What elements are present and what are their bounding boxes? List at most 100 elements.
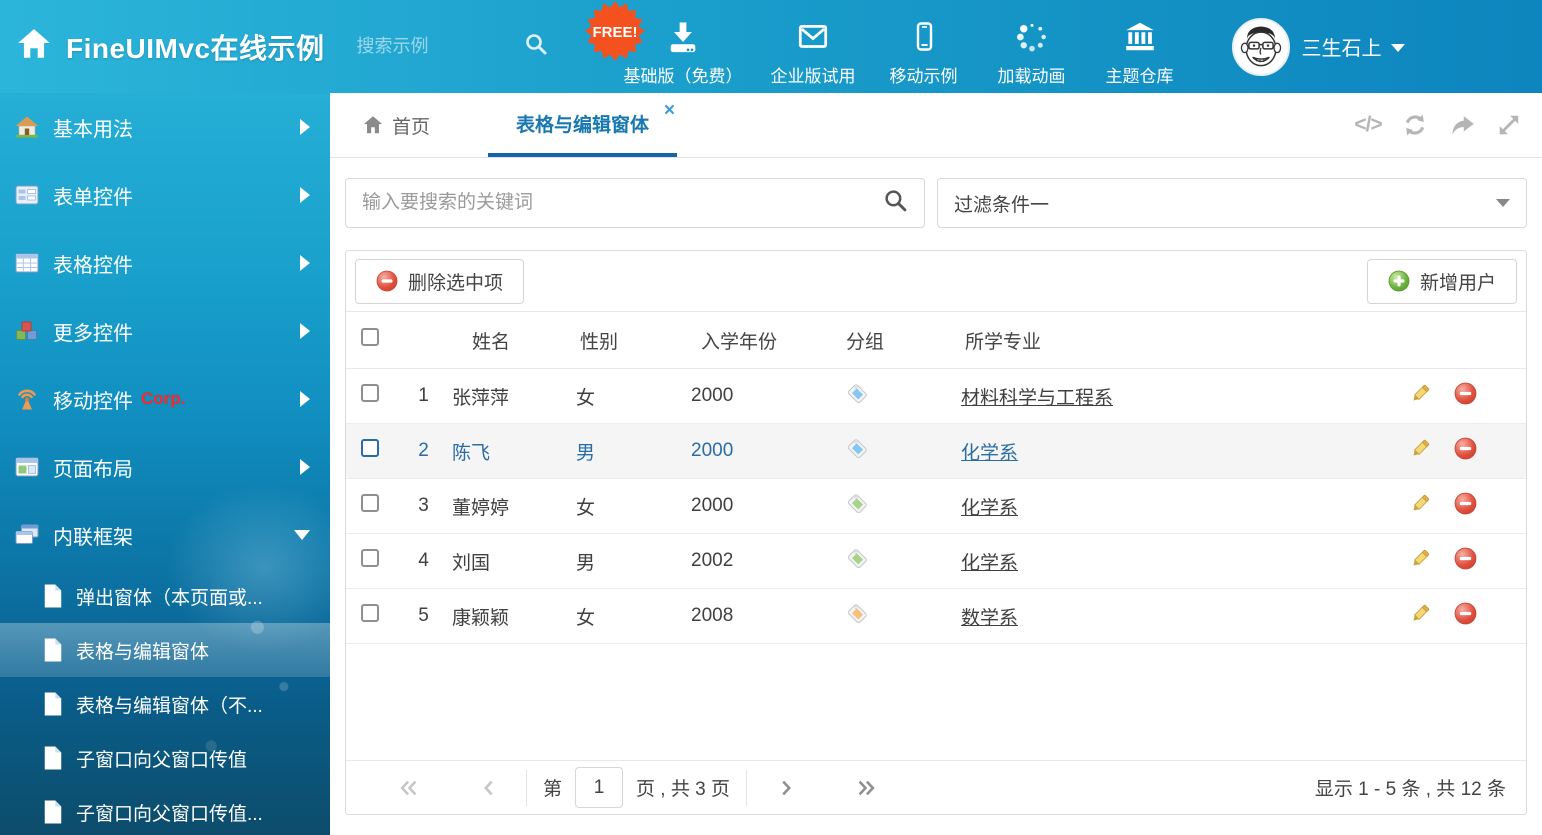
expand-icon[interactable] (1494, 112, 1524, 138)
page-label-prefix: 第 (543, 774, 562, 801)
edit-pencil-icon[interactable] (1409, 547, 1432, 570)
table-row[interactable]: 5 康颖颖 女 2008 数学系 (346, 589, 1526, 644)
sidebar-subitem-grid-edit-window-2[interactable]: 表格与编辑窗体（不... (0, 677, 330, 731)
corp-badge: Corp. (141, 389, 185, 409)
search-icon[interactable] (524, 32, 548, 61)
grid-toolbar: 删除选中项 新增用户 (346, 251, 1526, 312)
divider (526, 770, 527, 806)
tab-home[interactable]: 首页 (362, 93, 430, 157)
table-row[interactable]: 2 陈飞 男 2000 化学系 (346, 424, 1526, 479)
tab-grid-edit-window[interactable]: 表格与编辑窗体 × (488, 93, 677, 157)
delete-minus-icon[interactable] (1454, 547, 1477, 570)
row-checkbox[interactable] (361, 549, 379, 567)
prev-page-icon[interactable] (472, 773, 506, 803)
sidebar-item-inline-frame[interactable]: 内联框架 (0, 501, 330, 569)
chevron-down-icon (1496, 199, 1510, 207)
column-header-major[interactable]: 所学专业 (951, 327, 1409, 354)
brand[interactable]: FineUIMvc在线示例 (16, 26, 325, 67)
filter-dropdown-value: 过滤条件一 (954, 190, 1049, 217)
cell-gender: 男 (566, 548, 681, 575)
cell-year: 2000 (681, 495, 836, 517)
avatar[interactable] (1232, 18, 1290, 76)
mobile-icon (907, 16, 941, 58)
cell-gender: 女 (566, 493, 681, 520)
sidebar-subitem-grid-edit-window[interactable]: 表格与编辑窗体 (0, 623, 330, 677)
user-name: 三生石上 (1302, 32, 1382, 61)
column-header-gender[interactable]: 性别 (566, 327, 681, 354)
major-link[interactable]: 化学系 (961, 498, 1018, 519)
header-search-input[interactable] (357, 36, 512, 57)
row-checkbox[interactable] (361, 439, 379, 457)
column-header-name[interactable]: 姓名 (446, 327, 566, 354)
row-number: 2 (401, 440, 446, 462)
table-empty-area (346, 644, 1526, 760)
chevron-right-icon (300, 391, 310, 407)
sidebar-item-page-layout[interactable]: 页面布局 (0, 433, 330, 501)
keyword-search-input[interactable] (362, 192, 883, 214)
next-page-icon[interactable] (769, 773, 803, 803)
column-header-group[interactable]: 分组 (836, 327, 951, 354)
sidebar-subitem-child-to-parent[interactable]: 子窗口向父窗口传值 (0, 731, 330, 785)
app-header: FineUIMvc在线示例 FREE! 基础版（免费） 企业版试用 (0, 0, 1542, 93)
close-icon[interactable]: × (664, 101, 675, 120)
nav-item-loading-animation[interactable]: 加载动画 (978, 6, 1086, 87)
major-link[interactable]: 数学系 (961, 608, 1018, 629)
sidebar-subitem-popup-window[interactable]: 弹出窗体（本页面或... (0, 569, 330, 623)
table-header: 姓名 性别 入学年份 分组 所学专业 (346, 312, 1526, 369)
page-number-input[interactable] (575, 767, 623, 808)
delete-minus-icon[interactable] (1454, 437, 1477, 460)
cell-gender: 女 (566, 383, 681, 410)
chevron-right-icon (300, 187, 310, 203)
user-menu[interactable]: 三生石上 (1232, 18, 1405, 76)
edit-pencil-icon[interactable] (1409, 492, 1432, 515)
delete-selected-button[interactable]: 删除选中项 (355, 259, 524, 304)
main-area: 首页 表格与编辑窗体 × </> (330, 93, 1542, 835)
nav-item-theme-store[interactable]: 主题仓库 (1086, 6, 1194, 87)
header-nav: FREE! 基础版（免费） 企业版试用 移动示例 (610, 6, 1194, 87)
row-checkbox[interactable] (361, 604, 379, 622)
tab-bar: 首页 表格与编辑窗体 × </> (330, 93, 1542, 158)
delete-minus-icon[interactable] (1454, 492, 1477, 515)
sidebar-item-more-controls[interactable]: 更多控件 (0, 297, 330, 365)
search-icon[interactable] (883, 188, 908, 218)
sidebar-subitem-child-to-parent-2[interactable]: 子窗口向父窗口传值... (0, 785, 330, 835)
nav-item-basic-free[interactable]: FREE! 基础版（免费） (610, 6, 757, 87)
nav-item-enterprise-trial[interactable]: 企业版试用 (757, 6, 870, 87)
pagination-bar: 第 页 , 共 3 页 显示 1 - 5 条 , 共 12 条 (346, 760, 1526, 814)
sidebar-item-basic-usage[interactable]: 基本用法 (0, 93, 330, 161)
cell-name: 董婷婷 (446, 493, 566, 520)
cell-name: 张萍萍 (446, 383, 566, 410)
sidebar-item-mobile-controls[interactable]: 移动控件 Corp. (0, 365, 330, 433)
last-page-icon[interactable] (849, 773, 883, 803)
select-all-checkbox[interactable] (361, 328, 379, 346)
table-row[interactable]: 1 张萍萍 女 2000 材料科学与工程系 (346, 369, 1526, 424)
edit-pencil-icon[interactable] (1409, 382, 1432, 405)
refresh-icon[interactable] (1400, 112, 1430, 138)
edit-pencil-icon[interactable] (1409, 602, 1432, 625)
antenna-icon (14, 386, 40, 412)
first-page-icon[interactable] (392, 773, 426, 803)
major-link[interactable]: 化学系 (961, 553, 1018, 574)
row-checkbox[interactable] (361, 494, 379, 512)
sidebar-item-form-controls[interactable]: 表单控件 (0, 161, 330, 229)
row-checkbox[interactable] (361, 384, 379, 402)
chevron-down-icon (1391, 44, 1405, 52)
table-row[interactable]: 4 刘国 男 2002 化学系 (346, 534, 1526, 589)
free-badge: FREE! (584, 0, 646, 62)
filter-dropdown[interactable]: 过滤条件一 (937, 178, 1527, 228)
code-icon[interactable]: </> (1353, 112, 1383, 138)
add-user-button[interactable]: 新增用户 (1367, 259, 1517, 304)
major-link[interactable]: 化学系 (961, 443, 1018, 464)
nav-item-mobile-demo[interactable]: 移动示例 (870, 6, 978, 87)
delete-minus-icon[interactable] (1454, 382, 1477, 405)
home-icon (16, 26, 52, 67)
table-row[interactable]: 3 董婷婷 女 2000 化学系 (346, 479, 1526, 534)
edit-pencil-icon[interactable] (1409, 437, 1432, 460)
major-link[interactable]: 材料科学与工程系 (961, 388, 1113, 409)
column-header-year[interactable]: 入学年份 (681, 327, 836, 354)
share-icon[interactable] (1447, 112, 1477, 138)
page-icon (42, 691, 64, 717)
header-search[interactable] (357, 32, 548, 61)
sidebar-item-table-controls[interactable]: 表格控件 (0, 229, 330, 297)
delete-minus-icon[interactable] (1454, 602, 1477, 625)
